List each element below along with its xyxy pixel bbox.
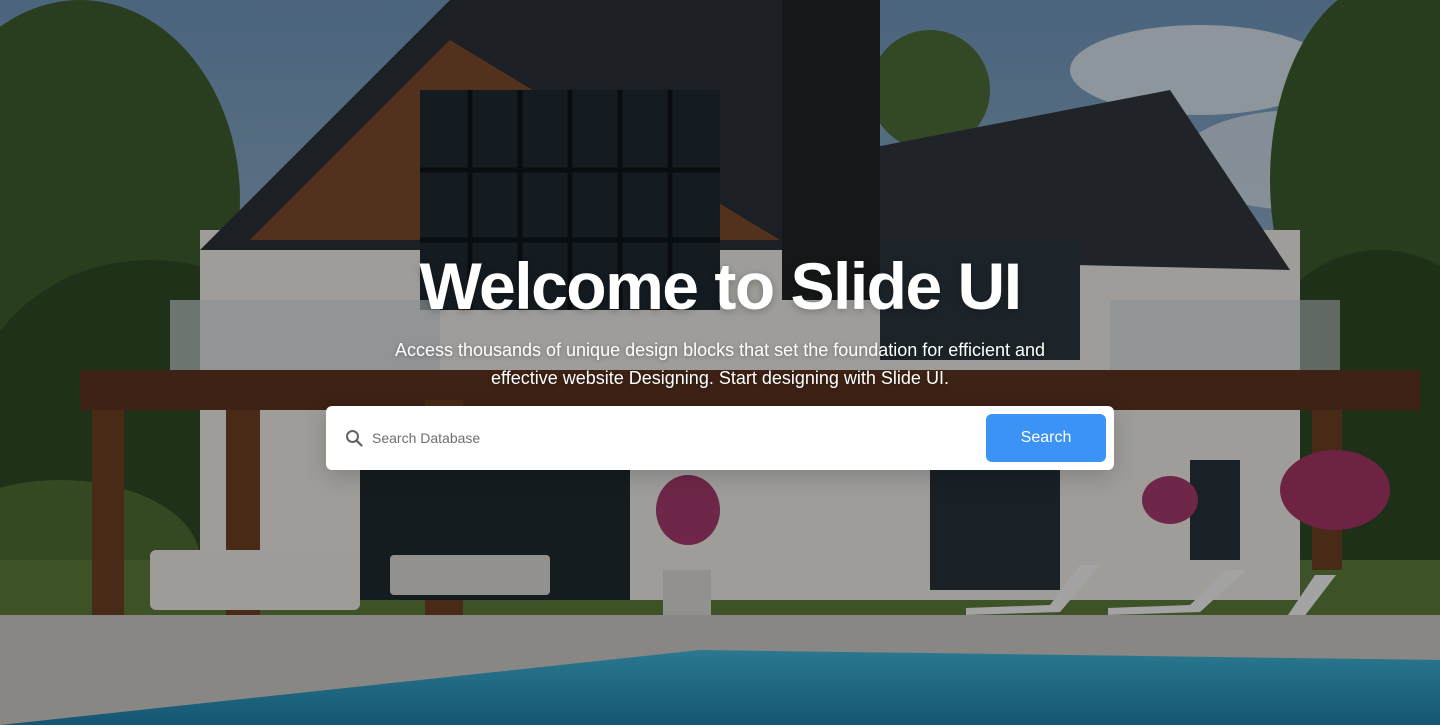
hero-section: Welcome to Slide UI Access thousands of … (0, 0, 1440, 725)
search-button[interactable]: Search (986, 414, 1106, 462)
search-icon (344, 428, 364, 448)
hero-subtitle: Access thousands of unique design blocks… (394, 340, 1046, 388)
hero-content: Welcome to Slide UI Access thousands of … (0, 0, 1440, 725)
search-bar: Search (326, 406, 1114, 470)
search-input[interactable] (372, 418, 986, 458)
hero-title: Welcome to Slide UI (419, 249, 1022, 323)
